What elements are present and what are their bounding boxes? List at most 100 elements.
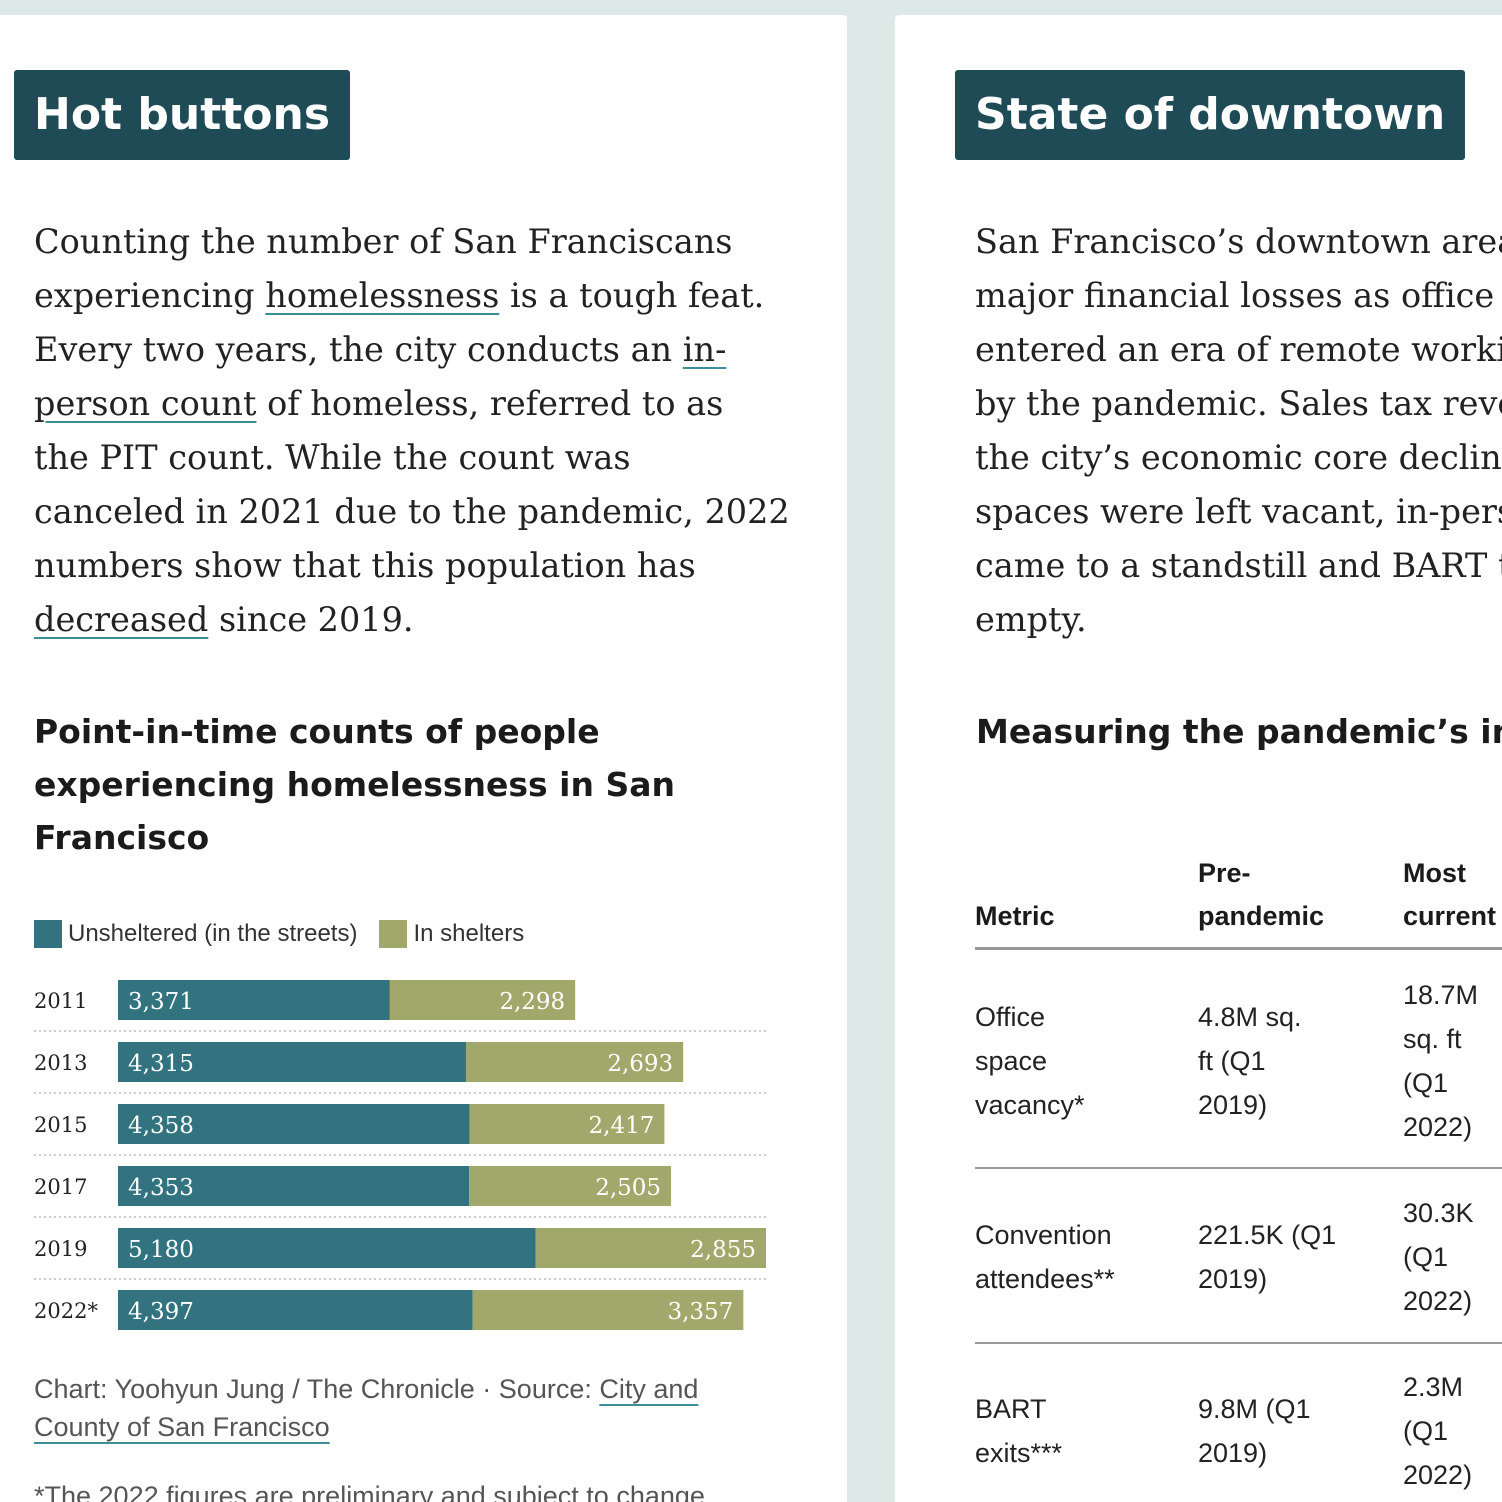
row-divider	[975, 1167, 1502, 1169]
body-text-segment: spaces were left vacant, in-perso	[975, 492, 1502, 531]
inline-link[interactable]: person count	[34, 384, 256, 423]
legend-label: In shelters	[413, 920, 525, 947]
table-cell: 2022)	[1403, 1111, 1473, 1142]
table-cell: attendees**	[975, 1263, 1115, 1294]
source-link[interactable]: City and	[599, 1374, 698, 1404]
inline-link[interactable]: in-	[683, 330, 727, 369]
data-label: 3,357	[667, 1299, 733, 1325]
table-cell: (Q1	[1403, 1067, 1449, 1098]
year-label: 2011	[34, 989, 87, 1013]
table-cell: 2.3M	[1403, 1371, 1464, 1402]
table-cell: sq. ft	[1403, 1023, 1462, 1054]
source-link[interactable]: County of San Francisco	[34, 1412, 330, 1442]
year-label: 2019	[34, 1237, 87, 1261]
legend-label: Unsheltered (in the streets)	[68, 920, 358, 947]
table-header: Most	[1403, 858, 1466, 888]
table-cell: 2019)	[1198, 1089, 1268, 1120]
header-rule	[975, 947, 1502, 950]
year-label: 2022*	[34, 1299, 98, 1323]
body-text-segment: Every two years, the city conducts an	[34, 330, 683, 369]
body-line: Counting the number of San Franciscans	[34, 215, 790, 269]
table-cell: 2019)	[1198, 1263, 1268, 1294]
data-label: 2,298	[499, 989, 565, 1015]
chart-footnote: *The 2022 figures are preliminary and su…	[34, 1481, 713, 1502]
body-line: the PIT count. While the count was	[34, 431, 790, 485]
table-cell: (Q1	[1403, 1241, 1449, 1272]
body-text-segment: of homeless, referred to as	[256, 384, 724, 423]
chart-source: Chart: Yoohyun Jung / The Chronicle · So…	[34, 1370, 698, 1446]
legend-swatch	[379, 920, 408, 948]
body-line: Every two years, the city conducts an in…	[34, 323, 790, 377]
body-text-segment: is a tough feat.	[499, 276, 765, 315]
stacked-bar-chart: 2011 3,371 2,298 2013 4,315 2,693 2015 4,358 2,4…	[34, 980, 766, 1330]
chart-legend: Unsheltered (in the streets) In shelters	[34, 920, 546, 948]
body-text-segment: empty.	[975, 600, 1087, 639]
table-cell: 2022)	[1403, 1459, 1473, 1490]
table-header: Pre-	[1198, 858, 1251, 888]
body-text-segment: major financial losses as office w	[975, 276, 1502, 315]
table-cell: BART	[975, 1393, 1047, 1424]
body-text-segment: the city’s economic core decline	[975, 438, 1502, 477]
table-cell: 9.8M (Q1	[1198, 1393, 1311, 1424]
data-label: 2,855	[690, 1237, 756, 1263]
state-of-downtown-body: San Francisco’s downtown area major finan…	[975, 215, 1502, 647]
body-line: spaces were left vacant, in-perso	[975, 485, 1502, 539]
body-text-segment: numbers show that this population has	[34, 546, 696, 585]
body-text-segment: San Francisco’s downtown area	[975, 222, 1502, 261]
state-of-downtown-heading: State of downtown	[955, 70, 1466, 160]
source-prefix: Chart: Yoohyun Jung / The Chronicle · So…	[34, 1374, 600, 1404]
hot-buttons-card: Hot buttons Counting the number of San F…	[0, 15, 847, 1502]
data-label: 4,358	[128, 1113, 194, 1139]
chart-title-line: experiencing homelessness in San	[34, 765, 675, 804]
body-text-segment: the PIT count. While the count was	[34, 438, 631, 477]
legend-item-shelters: In shelters	[379, 920, 524, 948]
body-line: empty.	[975, 593, 1502, 647]
chart-title-line: Francisco	[34, 818, 210, 857]
table-cell: Office	[975, 1001, 1046, 1032]
table-cell: exits***	[975, 1437, 1063, 1468]
body-text-segment: came to a standstill and BART t	[975, 546, 1502, 585]
table-header: pandemic	[1198, 901, 1325, 931]
data-label: 4,353	[128, 1175, 194, 1201]
table-cell: 4.8M sq.	[1198, 1001, 1302, 1032]
data-label: 5,180	[128, 1237, 194, 1263]
table-cell: space	[975, 1045, 1048, 1076]
hot-buttons-heading: Hot buttons	[14, 70, 351, 160]
body-text-segment: since 2019.	[208, 600, 414, 639]
year-label: 2013	[34, 1051, 87, 1075]
body-line: numbers show that this population has	[34, 539, 790, 593]
body-line: decreased since 2019.	[34, 593, 790, 647]
body-text-segment: experiencing	[34, 276, 266, 315]
table-header: Metric	[975, 901, 1055, 931]
body-line: the city’s economic core decline	[975, 431, 1502, 485]
body-text-segment: entered an era of remote workin	[975, 330, 1502, 369]
chart-title: Point-in-time counts of people experienc…	[34, 705, 675, 864]
body-line: came to a standstill and BART t	[975, 539, 1502, 593]
body-line: experiencing homelessness is a tough fea…	[34, 269, 790, 323]
inline-link[interactable]: homelessness	[265, 276, 499, 315]
data-label: 2,417	[589, 1113, 655, 1139]
table-cell: 2019)	[1198, 1437, 1268, 1468]
body-text-segment: canceled in 2021 due to the pandemic, 20…	[34, 492, 790, 531]
body-text-segment: Counting the number of San Franciscans	[34, 222, 733, 261]
body-line: canceled in 2021 due to the pandemic, 20…	[34, 485, 790, 539]
data-label: 3,371	[128, 989, 194, 1015]
body-line: major financial losses as office w	[975, 269, 1502, 323]
body-line: San Francisco’s downtown area	[975, 215, 1502, 269]
body-line: by the pandemic. Sales tax reve	[975, 377, 1502, 431]
table-cell: 18.7M	[1403, 979, 1479, 1010]
legend-item-unsheltered: Unsheltered (in the streets)	[34, 920, 357, 948]
table-cell: 221.5K (Q1	[1198, 1219, 1337, 1250]
inline-link[interactable]: decreased	[34, 600, 208, 639]
data-label: 4,397	[128, 1299, 194, 1325]
row-divider	[975, 1342, 1502, 1344]
table-cell: (Q1	[1403, 1415, 1449, 1446]
body-line: entered an era of remote workin	[975, 323, 1502, 377]
table-cell: vacancy*	[975, 1089, 1085, 1120]
year-label: 2015	[34, 1113, 87, 1137]
data-label: 4,315	[128, 1051, 194, 1077]
state-of-downtown-card: State of downtown San Francisco’s downto…	[895, 15, 1502, 1502]
table-cell: ft (Q1	[1198, 1045, 1266, 1076]
table-header: current	[1403, 901, 1497, 931]
table-title: Measuring the pandemic’s in	[976, 712, 1502, 751]
